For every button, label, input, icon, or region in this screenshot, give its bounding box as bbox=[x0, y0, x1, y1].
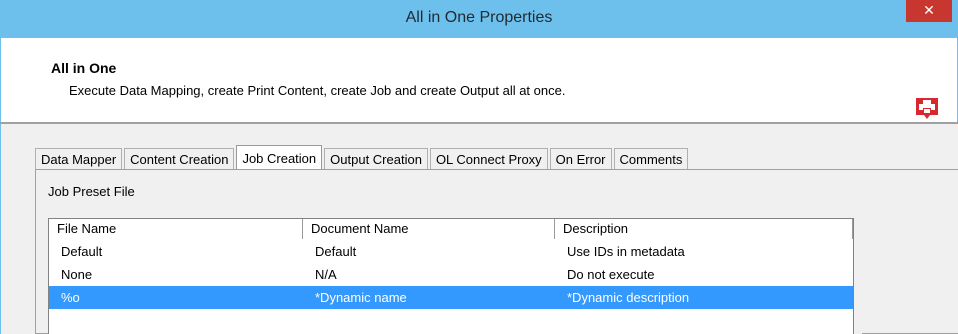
tab-output-creation[interactable]: Output Creation bbox=[324, 148, 428, 170]
column-header-file-name[interactable]: File Name bbox=[49, 219, 303, 239]
properties-dialog: All in One Properties ✕ All in One Execu… bbox=[0, 0, 958, 334]
document-name-cell: *Dynamic name bbox=[315, 290, 407, 305]
job-creation-panel: Job Preset File File Name Document Name … bbox=[35, 169, 958, 334]
tab-comments[interactable]: Comments bbox=[613, 148, 689, 170]
table-row[interactable]: None N/A Do not execute bbox=[49, 263, 853, 286]
tab-content-creation[interactable]: Content Creation bbox=[124, 148, 235, 170]
file-name-cell: Default bbox=[61, 244, 103, 259]
dialog-header: All in One Execute Data Mapping, create … bbox=[0, 38, 958, 122]
document-name-cell: N/A bbox=[315, 267, 337, 282]
table-row[interactable]: Default Default Use IDs in metadata bbox=[49, 240, 853, 263]
job-preset-list[interactable]: File Name Document Name Description Defa… bbox=[48, 218, 854, 334]
tab-strip: Data Mapper Content Creation Job Creatio… bbox=[35, 144, 690, 171]
file-name-cell: None bbox=[61, 267, 93, 282]
description-cell: *Dynamic description bbox=[567, 290, 690, 305]
job-preset-label: Job Preset File bbox=[48, 184, 135, 199]
description-cell: Use IDs in metadata bbox=[567, 244, 685, 259]
header-description: Execute Data Mapping, create Print Conte… bbox=[69, 83, 566, 98]
column-header-document-name[interactable]: Document Name bbox=[303, 219, 555, 239]
document-name-cell: Default bbox=[315, 244, 357, 259]
close-button[interactable]: ✕ bbox=[906, 0, 952, 22]
header-title: All in One bbox=[51, 60, 117, 76]
list-header: File Name Document Name Description bbox=[49, 219, 853, 239]
title-bar[interactable]: All in One Properties ✕ bbox=[0, 0, 958, 38]
tab-on-error[interactable]: On Error bbox=[549, 148, 612, 170]
file-name-cell: %o bbox=[61, 290, 80, 305]
column-header-description[interactable]: Description bbox=[555, 219, 853, 239]
list-side-gap bbox=[854, 218, 862, 334]
printer-icon bbox=[916, 98, 938, 119]
description-cell: Do not execute bbox=[567, 267, 655, 282]
window-title: All in One Properties bbox=[405, 9, 553, 26]
dialog-body: Data Mapper Content Creation Job Creatio… bbox=[0, 124, 958, 334]
tab-job-creation[interactable]: Job Creation bbox=[236, 145, 323, 171]
tab-data-mapper[interactable]: Data Mapper bbox=[35, 148, 123, 170]
tab-ol-connect-proxy[interactable]: OL Connect Proxy bbox=[429, 148, 548, 170]
table-row-selected[interactable]: %o *Dynamic name *Dynamic description bbox=[49, 286, 853, 309]
